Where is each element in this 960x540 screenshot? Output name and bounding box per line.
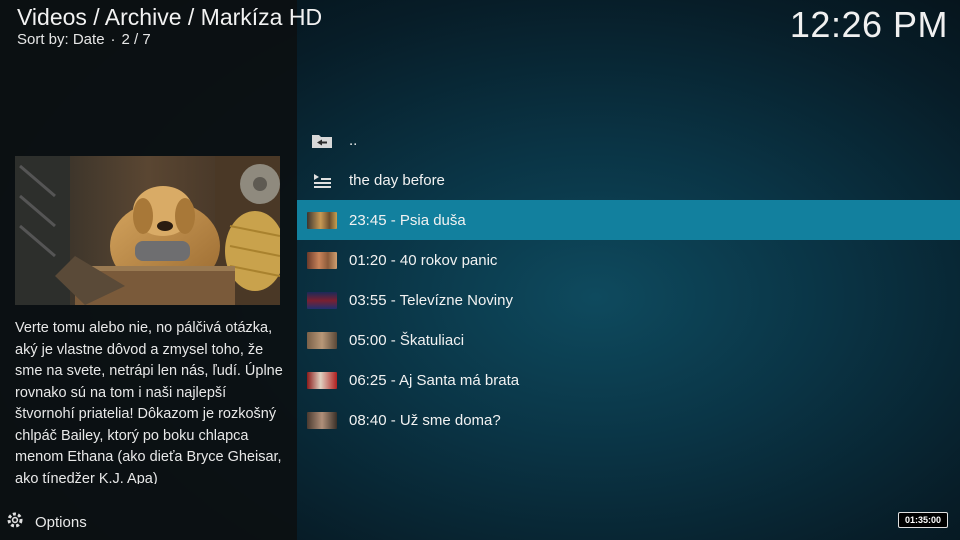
- list-item[interactable]: 03:55 - Televízne Noviny: [297, 280, 960, 320]
- separator: ·: [110, 31, 116, 48]
- list-item-label: the day before: [349, 172, 445, 189]
- list-item-parent[interactable]: ..: [297, 120, 960, 160]
- thumbnail-icon: [307, 291, 337, 310]
- list-item-label: 03:55 - Televízne Noviny: [349, 292, 513, 309]
- playlist-icon: [307, 171, 337, 190]
- list-item[interactable]: 01:20 - 40 rokov panic: [297, 240, 960, 280]
- thumbnail-icon: [307, 411, 337, 430]
- sort-info: Sort by: Date · 2 / 7: [17, 31, 322, 49]
- header: Videos / Archive / Markíza HD Sort by: D…: [17, 4, 322, 49]
- gear-icon: [6, 511, 24, 534]
- list-item-playlist[interactable]: the day before: [297, 160, 960, 200]
- options-button[interactable]: Options: [6, 511, 87, 534]
- list-item-label: 08:40 - Už sme doma?: [349, 412, 501, 429]
- plot-text: Verte tomu alebo nie, no pálčivá otázka,…: [15, 320, 283, 484]
- item-position: 2 / 7: [121, 31, 151, 48]
- thumbnail-icon: [307, 331, 337, 350]
- options-label: Options: [35, 514, 87, 531]
- list-item[interactable]: 06:25 - Aj Santa má brata: [297, 360, 960, 400]
- clock: 12:26 PM: [789, 4, 948, 45]
- breadcrumb: Videos / Archive / Markíza HD: [17, 4, 323, 30]
- file-list[interactable]: .. the day before 23:45 - Psia duša 01:2…: [297, 120, 960, 440]
- dog-image: [15, 156, 280, 305]
- thumbnail-icon: [307, 211, 337, 230]
- list-item-label: 06:25 - Aj Santa má brata: [349, 372, 520, 389]
- thumbnail-icon: [307, 251, 337, 270]
- duration-badge: 01:35:00: [897, 512, 948, 528]
- poster-thumbnail: [15, 156, 280, 305]
- sort-label: Sort by: Date: [17, 31, 105, 48]
- list-item-label: 23:45 - Psia duša: [349, 212, 466, 229]
- list-item-selected[interactable]: 23:45 - Psia duša: [297, 200, 960, 240]
- list-item-label: 05:00 - Škatuliaci: [349, 332, 465, 349]
- list-item[interactable]: 05:00 - Škatuliaci: [297, 320, 960, 360]
- list-item-label: 01:20 - 40 rokov panic: [349, 252, 498, 269]
- list-item[interactable]: 08:40 - Už sme doma?: [297, 400, 960, 440]
- thumbnail-icon: [307, 371, 337, 390]
- folder-back-icon: [307, 131, 337, 150]
- list-item-label: ..: [349, 132, 358, 149]
